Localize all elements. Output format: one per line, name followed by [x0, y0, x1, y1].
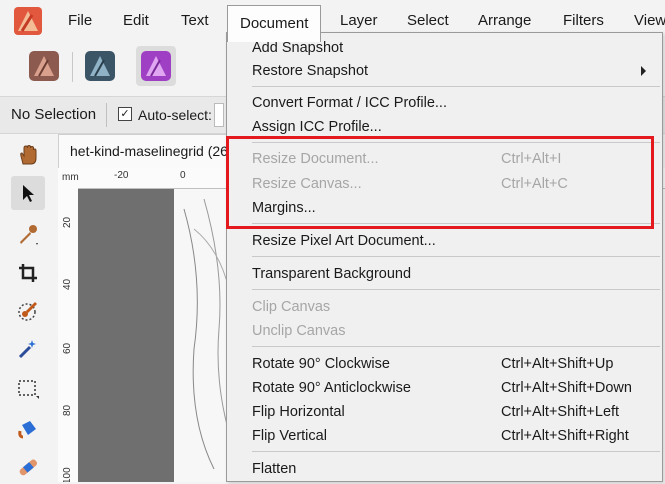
move-tool[interactable]: [11, 176, 45, 210]
menu-item-shortcut: Ctrl+Alt+I: [501, 151, 562, 167]
marquee-selection-tool[interactable]: [11, 372, 45, 406]
menu-item-rotate-anticlockwise[interactable]: Rotate 90° Anticlockwise Ctrl+Alt+Shift+…: [227, 376, 662, 400]
designer-persona-icon: [29, 51, 59, 81]
menu-item-label: Clip Canvas: [252, 299, 331, 315]
menu-item-clip-canvas[interactable]: Clip Canvas: [227, 295, 662, 319]
crop-icon: [19, 264, 37, 282]
menu-item-resize-canvas[interactable]: Resize Canvas... Ctrl+Alt+C: [227, 172, 662, 196]
menu-item-shortcut: Ctrl+Alt+Shift+Down: [501, 380, 632, 396]
flood-fill-tool[interactable]: [11, 412, 45, 446]
color-picker-tool[interactable]: [11, 218, 45, 252]
menu-item-label: Convert Format / ICC Profile...: [252, 95, 447, 111]
menu-item-unclip-canvas[interactable]: Unclip Canvas: [227, 319, 662, 343]
menu-item-margins[interactable]: Margins...: [227, 196, 662, 220]
document-tab[interactable]: het-kind-maselinegrid (26: [58, 134, 238, 168]
menu-item-label: Margins...: [252, 200, 316, 216]
menu-item-label: Assign ICC Profile...: [252, 119, 382, 135]
menu-item-label: Flatten: [252, 461, 297, 477]
menu-item-flip-vertical[interactable]: Flip Vertical Ctrl+Alt+Shift+Right: [227, 424, 662, 448]
magic-wand-tool[interactable]: [11, 332, 45, 366]
submenu-arrow-icon: [641, 66, 646, 76]
ruler-tick-label: 60: [62, 342, 73, 354]
photo-persona-button[interactable]: [136, 46, 176, 86]
menu-separator: [252, 223, 660, 224]
menu-text[interactable]: Text: [181, 0, 209, 42]
ruler-tick-label: 40: [62, 278, 73, 290]
menu-item-resize-pixel-art[interactable]: Resize Pixel Art Document...: [227, 229, 662, 253]
menu-item-restore-snapshot[interactable]: Restore Snapshot: [227, 59, 662, 83]
persona-divider: [72, 52, 73, 82]
menu-item-label: Flip Horizontal: [252, 404, 345, 420]
menu-separator: [252, 86, 660, 87]
menu-file[interactable]: File: [68, 0, 92, 42]
menu-item-transparent-background[interactable]: Transparent Background: [227, 262, 662, 286]
document-tab-title: het-kind-maselinegrid (26: [70, 143, 228, 159]
menu-item-label: Flip Vertical: [252, 428, 327, 444]
menu-item-flatten[interactable]: Flatten: [227, 457, 662, 481]
menu-item-label: Rotate 90° Clockwise: [252, 356, 390, 372]
auto-select-label: Auto-select:: [138, 107, 212, 123]
ruler-tick-label: 0: [180, 170, 186, 181]
vertical-ruler: 20 40 60 80 100: [58, 188, 79, 482]
publisher-persona-icon: [85, 51, 115, 81]
ruler-tick-label: 100: [62, 467, 73, 482]
ruler-tick-label: 80: [62, 404, 73, 416]
menu-item-shortcut: Ctrl+Alt+Shift+Up: [501, 356, 614, 372]
affinity-photo-logo-icon[interactable]: [14, 7, 42, 35]
flood-fill-icon: [18, 421, 36, 439]
menu-item-label: Restore Snapshot: [252, 63, 369, 79]
menu-item-shortcut: Ctrl+Alt+Shift+Left: [501, 404, 620, 420]
menu-item-assign-icc-profile[interactable]: Assign ICC Profile...: [227, 115, 662, 139]
tools-panel: [0, 134, 56, 482]
menu-item-label: Rotate 90° Anticlockwise: [252, 380, 411, 396]
ruler-tick-label: -20: [114, 170, 129, 181]
menu-item-shortcut: Ctrl+Alt+Shift+Right: [501, 428, 629, 444]
menu-item-label: Resize Document...: [252, 151, 379, 167]
menu-item-label: Transparent Background: [252, 266, 412, 282]
auto-select-checkbox[interactable]: ✓: [118, 107, 132, 121]
ruler-tick-label: 20: [62, 216, 73, 228]
ruler-unit: mm: [62, 172, 79, 183]
menu-separator: [252, 451, 660, 452]
menu-separator: [252, 256, 660, 257]
document-menu: Add Snapshot Restore Snapshot Convert Fo…: [226, 32, 663, 482]
auto-select-dropdown[interactable]: [214, 103, 224, 127]
crop-tool[interactable]: [11, 256, 45, 290]
selection-status: No Selection: [11, 106, 97, 123]
paint-brush-tool[interactable]: [11, 294, 45, 328]
magic-wand-icon: [18, 340, 36, 359]
menu-item-label: Resize Canvas...: [252, 176, 362, 192]
hand-icon: [20, 144, 37, 165]
menu-separator: [252, 346, 660, 347]
menu-item-label: Unclip Canvas: [252, 323, 346, 339]
menu-separator: [252, 289, 660, 290]
designer-persona-button[interactable]: [24, 46, 64, 86]
menu-separator: [252, 142, 660, 143]
hand-tool[interactable]: [11, 138, 45, 172]
marquee-selection-icon: [18, 380, 39, 399]
menu-item-resize-document[interactable]: Resize Document... Ctrl+Alt+I: [227, 147, 662, 171]
photo-persona-icon: [141, 51, 171, 81]
paint-brush-icon: [18, 302, 37, 321]
menu-edit[interactable]: Edit: [123, 0, 149, 42]
canvas-pasteboard: [78, 189, 174, 482]
menu-item-flip-horizontal[interactable]: Flip Horizontal Ctrl+Alt+Shift+Left: [227, 400, 662, 424]
move-icon: [23, 185, 34, 202]
menu-item-rotate-clockwise[interactable]: Rotate 90° Clockwise Ctrl+Alt+Shift+Up: [227, 352, 662, 376]
menu-item-label: Resize Pixel Art Document...: [252, 233, 436, 249]
healing-brush-icon: [19, 459, 38, 476]
context-divider: [106, 103, 107, 127]
healing-brush-tool[interactable]: [11, 450, 45, 484]
menu-item-convert-format[interactable]: Convert Format / ICC Profile...: [227, 91, 662, 115]
publisher-persona-button[interactable]: [80, 46, 120, 86]
menu-item-shortcut: Ctrl+Alt+C: [501, 176, 568, 192]
color-picker-icon: [20, 225, 38, 245]
menu-document[interactable]: Document: [227, 5, 322, 42]
